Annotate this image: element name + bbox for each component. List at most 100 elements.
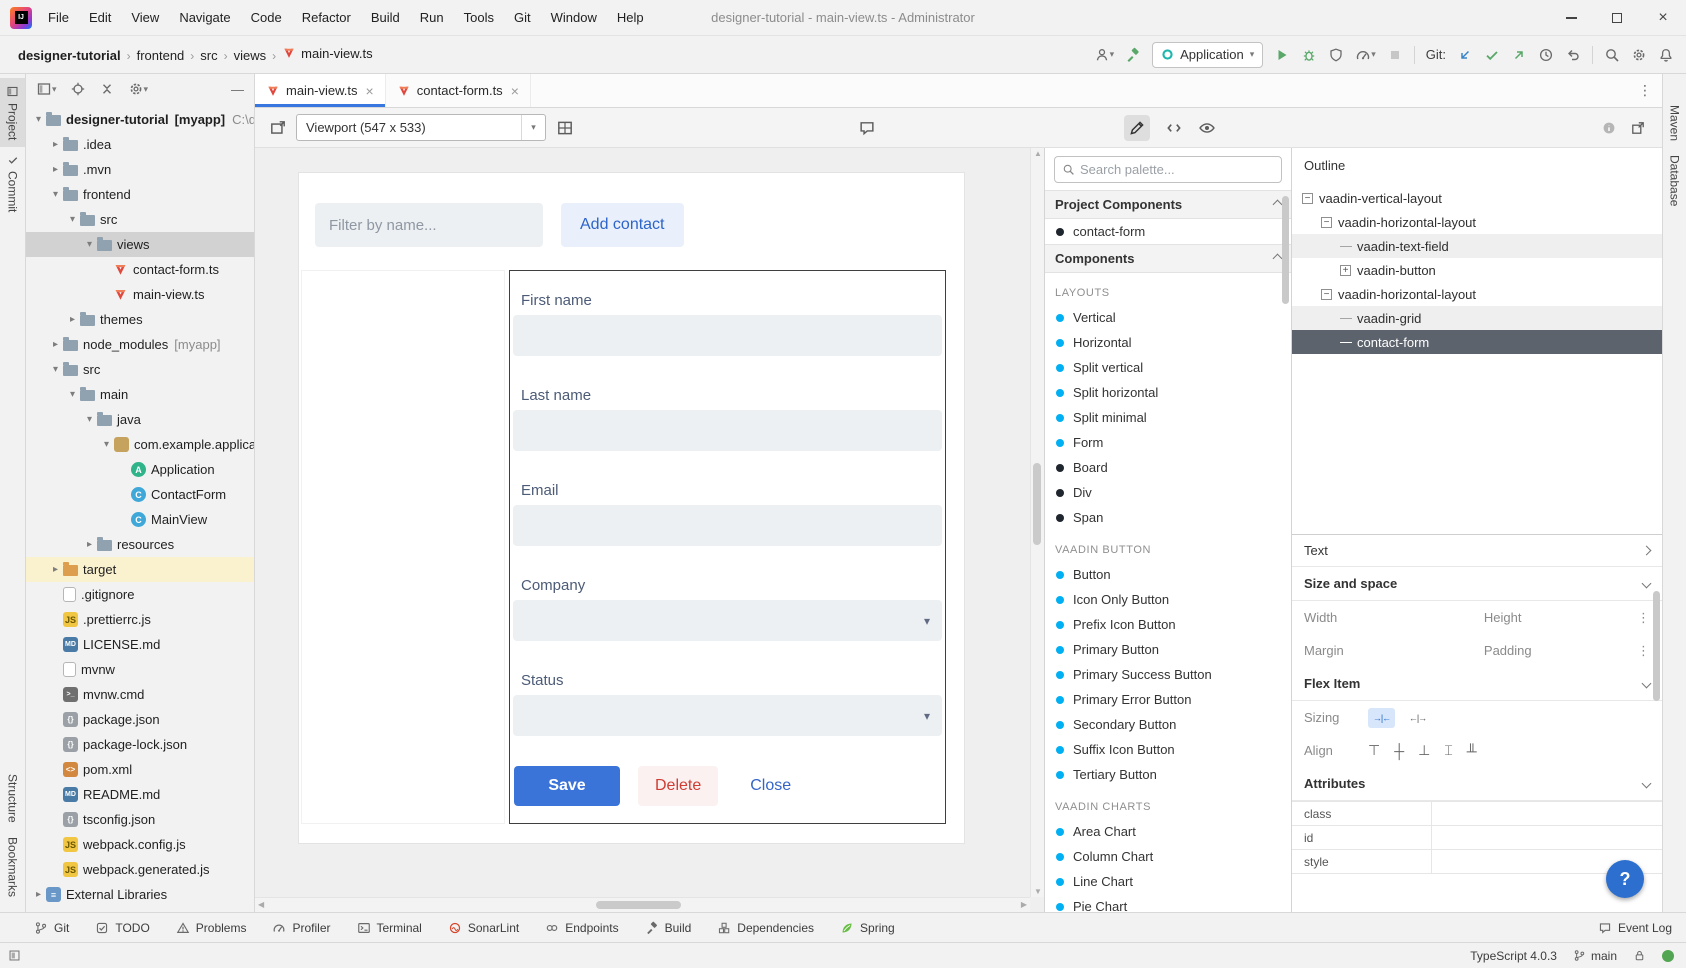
scroll-left-icon[interactable]: ◀ bbox=[258, 900, 264, 909]
menu-git[interactable]: Git bbox=[504, 0, 541, 36]
project-tree-item-mvn[interactable]: ▸.mvn bbox=[26, 157, 254, 182]
tree-chevron-icon[interactable]: ▸ bbox=[49, 339, 62, 350]
project-tree-item-frontend[interactable]: ▾frontend bbox=[26, 182, 254, 207]
palette-component-secondary-button[interactable]: Secondary Button bbox=[1045, 712, 1291, 737]
company-select[interactable]: ▾ bbox=[513, 600, 942, 641]
menu-refactor[interactable]: Refactor bbox=[292, 0, 361, 36]
hide-panel-button[interactable]: — bbox=[231, 82, 244, 97]
palette-component-primary-success-button[interactable]: Primary Success Button bbox=[1045, 662, 1291, 687]
menu-tools[interactable]: Tools bbox=[454, 0, 504, 36]
tool-button-endpoints[interactable]: Endpoints bbox=[545, 921, 618, 935]
size-and-space-section-header[interactable]: Size and space bbox=[1292, 567, 1662, 601]
tab-options-icon[interactable]: ⋮ bbox=[1638, 82, 1652, 99]
project-tree-item-license-md[interactable]: MDLICENSE.md bbox=[26, 632, 254, 657]
palette-component-column-chart[interactable]: Column Chart bbox=[1045, 844, 1291, 869]
breadcrumb-item[interactable]: designer-tutorial bbox=[16, 48, 123, 63]
palette-component-vertical[interactable]: Vertical bbox=[1045, 305, 1291, 330]
align-middle-button[interactable]: ┼ bbox=[1394, 743, 1404, 759]
menu-navigate[interactable]: Navigate bbox=[169, 0, 240, 36]
write-access-lock-icon[interactable] bbox=[1633, 949, 1646, 962]
project-tree-item-views[interactable]: ▾views bbox=[26, 232, 254, 257]
tree-chevron-icon[interactable]: ▾ bbox=[100, 439, 113, 450]
project-tree-item-mvnw[interactable]: mvnw bbox=[26, 657, 254, 682]
menu-help[interactable]: Help bbox=[607, 0, 654, 36]
palette-component-suffix-icon-button[interactable]: Suffix Icon Button bbox=[1045, 737, 1291, 762]
tool-button-profiler[interactable]: Profiler bbox=[272, 921, 330, 935]
project-tree-item-main[interactable]: ▾main bbox=[26, 382, 254, 407]
tool-button-git[interactable]: Git bbox=[34, 921, 69, 935]
outline-node-vaadin-text-field[interactable]: vaadin-text-field bbox=[1292, 234, 1662, 258]
tool-stripe-item-maven[interactable]: Maven bbox=[1663, 98, 1686, 148]
scroll-down-icon[interactable]: ▼ bbox=[1034, 887, 1042, 896]
tree-chevron-icon[interactable]: ▸ bbox=[49, 564, 62, 575]
layout-grid-icon[interactable] bbox=[556, 119, 574, 137]
palette-component-line-chart[interactable]: Line Chart bbox=[1045, 869, 1291, 894]
tree-chevron-icon[interactable]: ▸ bbox=[49, 164, 62, 175]
tool-stripe-item-database[interactable]: Database bbox=[1663, 148, 1686, 213]
minimize-button[interactable] bbox=[1548, 0, 1594, 36]
breadcrumb-item[interactable]: main-view.ts bbox=[280, 46, 375, 61]
open-in-window-button[interactable] bbox=[1630, 120, 1646, 136]
highlighting-status-icon[interactable] bbox=[1662, 950, 1674, 962]
row-menu-icon[interactable]: ⋮ bbox=[1637, 643, 1650, 659]
project-tree-item-node-modules[interactable]: ▸node_modules[myapp] bbox=[26, 332, 254, 357]
collapse-all-button[interactable] bbox=[99, 81, 115, 97]
search-everywhere-button[interactable] bbox=[1604, 47, 1620, 63]
notifications-button[interactable] bbox=[1658, 47, 1674, 63]
project-view-mode-button[interactable]: ▾ bbox=[36, 81, 57, 97]
tab-close-icon[interactable]: × bbox=[511, 83, 519, 99]
align-top-button[interactable]: ⊤ bbox=[1368, 742, 1380, 759]
property-label-height[interactable]: Height bbox=[1484, 610, 1637, 625]
scrollbar-thumb[interactable] bbox=[596, 901, 681, 909]
scroll-right-icon[interactable]: ▶ bbox=[1021, 900, 1027, 909]
first-name-input[interactable] bbox=[513, 315, 942, 356]
project-tree-item-java[interactable]: ▾java bbox=[26, 407, 254, 432]
settings-button[interactable] bbox=[1631, 47, 1647, 63]
project-tree-item-themes[interactable]: ▸themes bbox=[26, 307, 254, 332]
project-tree-item-mainview[interactable]: CMainView bbox=[26, 507, 254, 532]
stop-button[interactable] bbox=[1387, 47, 1403, 63]
contact-form-component[interactable]: First nameLast nameEmailCompany▾Status▾S… bbox=[509, 270, 946, 824]
tool-button-problems[interactable]: Problems bbox=[176, 921, 247, 935]
add-contact-button[interactable]: Add contact bbox=[561, 203, 684, 247]
tree-chevron-icon[interactable]: ▾ bbox=[66, 389, 79, 400]
breadcrumb-item[interactable]: src bbox=[198, 48, 219, 63]
palette-component-contact-form[interactable]: contact-form bbox=[1045, 219, 1291, 244]
attribute-value-input[interactable] bbox=[1432, 826, 1662, 849]
project-settings-button[interactable]: ▾ bbox=[128, 81, 149, 97]
preview-button[interactable] bbox=[1198, 119, 1216, 137]
palette-component-area-chart[interactable]: Area Chart bbox=[1045, 819, 1291, 844]
sizing-shrink-button[interactable]: →|← bbox=[1368, 708, 1395, 728]
property-label-margin[interactable]: Margin bbox=[1304, 643, 1484, 658]
tool-button-event-log[interactable]: Event Log bbox=[1598, 921, 1672, 935]
tool-button-build[interactable]: Build bbox=[645, 921, 692, 935]
palette-component-pie-chart[interactable]: Pie Chart bbox=[1045, 894, 1291, 912]
attributes-section-header[interactable]: Attributes bbox=[1292, 767, 1662, 801]
project-tree-item-tsconfig-json[interactable]: {}tsconfig.json bbox=[26, 807, 254, 832]
outline-collapse-icon[interactable]: − bbox=[1321, 217, 1332, 228]
tree-chevron-icon[interactable]: ▾ bbox=[83, 239, 96, 250]
tool-button-todo[interactable]: TODO bbox=[95, 921, 149, 935]
history-button[interactable] bbox=[1538, 47, 1554, 63]
canvas-vertical-scrollbar[interactable]: ▲ ▼ bbox=[1030, 148, 1044, 897]
palette-component-split-vertical[interactable]: Split vertical bbox=[1045, 355, 1291, 380]
tool-button-dependencies[interactable]: Dependencies bbox=[717, 921, 814, 935]
project-tree-item-gitignore[interactable]: .gitignore bbox=[26, 582, 254, 607]
menu-window[interactable]: Window bbox=[541, 0, 607, 36]
scrollbar-thumb[interactable] bbox=[1033, 463, 1041, 545]
debug-button[interactable] bbox=[1301, 47, 1317, 63]
palette-search-field[interactable] bbox=[1054, 156, 1282, 183]
align-stretch-button[interactable]: ⌶ bbox=[1444, 742, 1452, 759]
locate-file-button[interactable] bbox=[70, 81, 86, 97]
tool-stripe-item-commit[interactable]: Commit bbox=[0, 147, 25, 219]
palette-component-icon-only-button[interactable]: Icon Only Button bbox=[1045, 587, 1291, 612]
palette-component-horizontal[interactable]: Horizontal bbox=[1045, 330, 1291, 355]
contacts-grid-placeholder[interactable] bbox=[301, 270, 505, 824]
palette-component-split-minimal[interactable]: Split minimal bbox=[1045, 405, 1291, 430]
tool-window-switcher-icon[interactable] bbox=[8, 949, 21, 962]
code-view-button[interactable] bbox=[1165, 119, 1183, 137]
chevron-right-icon[interactable] bbox=[1642, 546, 1652, 556]
filter-by-name-input[interactable] bbox=[315, 203, 543, 247]
palette-component-split-horizontal[interactable]: Split horizontal bbox=[1045, 380, 1291, 405]
tree-chevron-icon[interactable]: ▾ bbox=[49, 364, 62, 375]
